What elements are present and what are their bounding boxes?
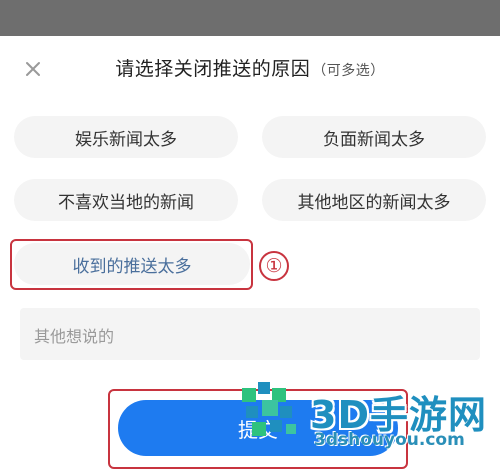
watermark-url: 3dshouyou.com <box>314 430 465 450</box>
option-dislike-local-news[interactable]: 不喜欢当地的新闻 <box>14 179 238 221</box>
watermark-logo-icon <box>242 382 296 436</box>
annotation-highlight-box <box>10 239 253 290</box>
dimmed-backdrop[interactable] <box>0 0 500 36</box>
feedback-input[interactable] <box>20 308 480 360</box>
option-label: 娱乐新闻太多 <box>75 129 177 150</box>
option-label: 负面新闻太多 <box>323 129 425 150</box>
dialog-title: 请选择关闭推送的原因 （可多选） <box>0 54 500 81</box>
option-entertainment-news[interactable]: 娱乐新闻太多 <box>14 116 238 158</box>
watermark: 3D手游网 3dshouyou.com <box>240 380 500 450</box>
option-negative-news[interactable]: 负面新闻太多 <box>262 116 486 158</box>
step-marker: ① <box>259 251 289 281</box>
option-label: 不喜欢当地的新闻 <box>58 192 194 213</box>
option-label: 其他地区的新闻太多 <box>297 192 451 213</box>
option-other-region-news[interactable]: 其他地区的新闻太多 <box>262 179 486 221</box>
dialog-subtitle: （可多选） <box>312 63 385 79</box>
dialog-title-text: 请选择关闭推送的原因 <box>115 58 311 80</box>
